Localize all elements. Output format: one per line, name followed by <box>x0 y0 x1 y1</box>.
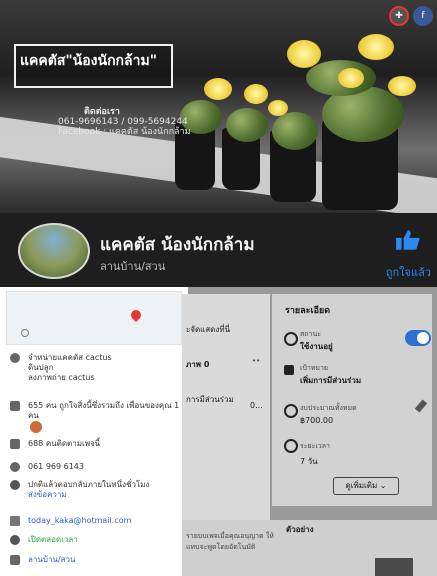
page-category[interactable]: ลานบ้าน/สวน <box>100 257 165 275</box>
cover-badge-icon[interactable]: ✚ <box>389 6 409 26</box>
insights-line-3: การมีส่วนร่วม <box>186 395 234 404</box>
status-value: ใช้งานอยู่ <box>300 342 333 351</box>
goal-icon <box>284 365 294 375</box>
cover-facebook-icon[interactable]: f <box>413 6 433 26</box>
phone-row: 061 969 6143 <box>10 462 84 472</box>
cover-flower <box>358 34 394 60</box>
email-row: today_kaka@hotmail.com <box>10 516 131 526</box>
liked-button[interactable]: ถูกใจแล้ว <box>386 263 431 281</box>
mail-icon <box>10 516 20 526</box>
cover-contact-title: ติดต่อเรา <box>84 107 120 117</box>
clock-icon <box>10 535 20 545</box>
about-line-1: จำหน่ายแคคตัส cactus <box>28 353 112 362</box>
insights-line-1: ะจัดแสดงที่นี่ <box>186 325 231 334</box>
map-preview[interactable] <box>6 291 182 345</box>
followers-icon <box>10 439 20 449</box>
duration-icon <box>284 439 298 453</box>
goal-label: เป้าหมาย <box>300 364 329 372</box>
open-status[interactable]: เปิดตลอดเวลา <box>28 535 78 545</box>
about-line-3: ลงภาพถ่าย cactus <box>28 373 95 382</box>
preview-title: ตัวอย่าง <box>286 525 314 534</box>
category-row: ลานบ้าน/สวน <box>10 555 75 565</box>
cover-contact: ติดต่อเรา 061-9696143 / 099-5694244 Face… <box>58 107 191 137</box>
followers-row: 688 คนติดตามเพจนี้ <box>10 439 100 449</box>
cover-flower <box>287 40 321 68</box>
followers-text: 688 คนติดตามเพจนี้ <box>28 439 101 448</box>
insights-line-2: ภาพ 0 <box>186 360 210 369</box>
status-toggle[interactable] <box>405 330 431 346</box>
cover-contact-phone: 061-9696143 / 099-5694244 <box>58 117 188 127</box>
ad-details-card <box>272 294 432 506</box>
avatar[interactable] <box>18 223 90 279</box>
insights-bottom-2: แทบจะพูดโดยอัตโนมัติ <box>186 543 256 551</box>
friend-avatar[interactable] <box>30 421 42 433</box>
status-label: สถานะ <box>300 330 321 338</box>
tag-icon <box>10 555 20 565</box>
goal-value: เพิ่มการมีส่วนร่วม <box>300 376 362 385</box>
budget-icon <box>284 404 298 418</box>
likes-text: 655 คน ถูกใจสิ่งนี้ซึ่งรวมถึง เพื่อนของค… <box>28 401 180 420</box>
preview-thumbnail[interactable] <box>375 558 413 576</box>
messenger-icon <box>10 480 20 490</box>
map-pin-icon <box>128 307 144 323</box>
cover-flower <box>388 76 416 96</box>
cover-flower <box>204 78 232 100</box>
thumbs-up-small-icon <box>10 401 20 411</box>
info-icon <box>10 353 20 363</box>
status-icon <box>284 332 298 346</box>
page-info-panel: จำหน่ายแคคตัส cactus ดินปลูก ลงภาพถ่าย c… <box>0 287 188 576</box>
insights-more-icon[interactable]: •• <box>252 357 260 365</box>
cover-flower <box>244 84 268 104</box>
see-more-button[interactable]: ดูเพิ่มเติม ⌄ <box>333 477 399 495</box>
budget-value: ฿700.00 <box>300 416 334 425</box>
insights-bottom-1: รายบบเพจเมื่อคุณอนุญาต ให้ <box>186 532 274 540</box>
reply-time-text: ปกติแล้วตอบกลับภายในหนึ่งชั่วโมง <box>28 480 150 489</box>
send-message-link[interactable]: ส่งข้อความ <box>28 490 149 500</box>
phone-number[interactable]: 061 969 6143 <box>28 462 84 472</box>
cover-contact-facebook: Facebook : แคคตัส น้องนักกล้าม <box>58 127 191 137</box>
about-row: จำหน่ายแคคตัส cactus ดินปลูก ลงภาพถ่าย c… <box>10 353 112 383</box>
profile-bar: แคคตัส น้องนักกล้าม ลานบ้าน/สวน ถูกใจแล้… <box>0 213 437 287</box>
about-line-2: ดินปลูก <box>28 363 54 372</box>
cover-photo: แคคตัส"น้องนักกล้าม" ติดต่อเรา 061-96961… <box>0 0 437 213</box>
cover-flower <box>268 100 288 116</box>
budget-label: งบประมาณทั้งหมด <box>300 404 357 412</box>
hours-row: เปิดตลอดเวลา <box>10 535 78 545</box>
likes-row: 655 คน ถูกใจสิ่งนี้ซึ่งรวมถึง เพื่อนของค… <box>10 401 186 433</box>
messenger-row: ปกติแล้วตอบกลับภายในหนึ่งชั่วโมง ส่งข้อค… <box>10 480 149 500</box>
cover-cactus <box>226 108 268 142</box>
thumbs-up-icon[interactable] <box>395 229 421 251</box>
phone-icon <box>10 462 20 472</box>
duration-label: ระยะเวลา <box>300 442 330 450</box>
cover-top-icons: ✚ f <box>389 6 433 26</box>
cover-cactus <box>272 112 318 150</box>
insights-line-4: 0... <box>250 401 263 410</box>
page-title: แคคตัส น้องนักกล้าม <box>100 235 255 255</box>
cover-logo-text: แคคตัส"น้องนักกล้าม" <box>20 53 157 69</box>
details-title: รายละเอียด <box>285 306 331 316</box>
map-compass-icon <box>21 329 29 337</box>
cover-flower <box>338 68 364 88</box>
duration-value: 7 วัน <box>300 457 318 466</box>
category-link[interactable]: ลานบ้าน/สวน <box>28 555 75 565</box>
email-link[interactable]: today_kaka@hotmail.com <box>28 516 131 526</box>
